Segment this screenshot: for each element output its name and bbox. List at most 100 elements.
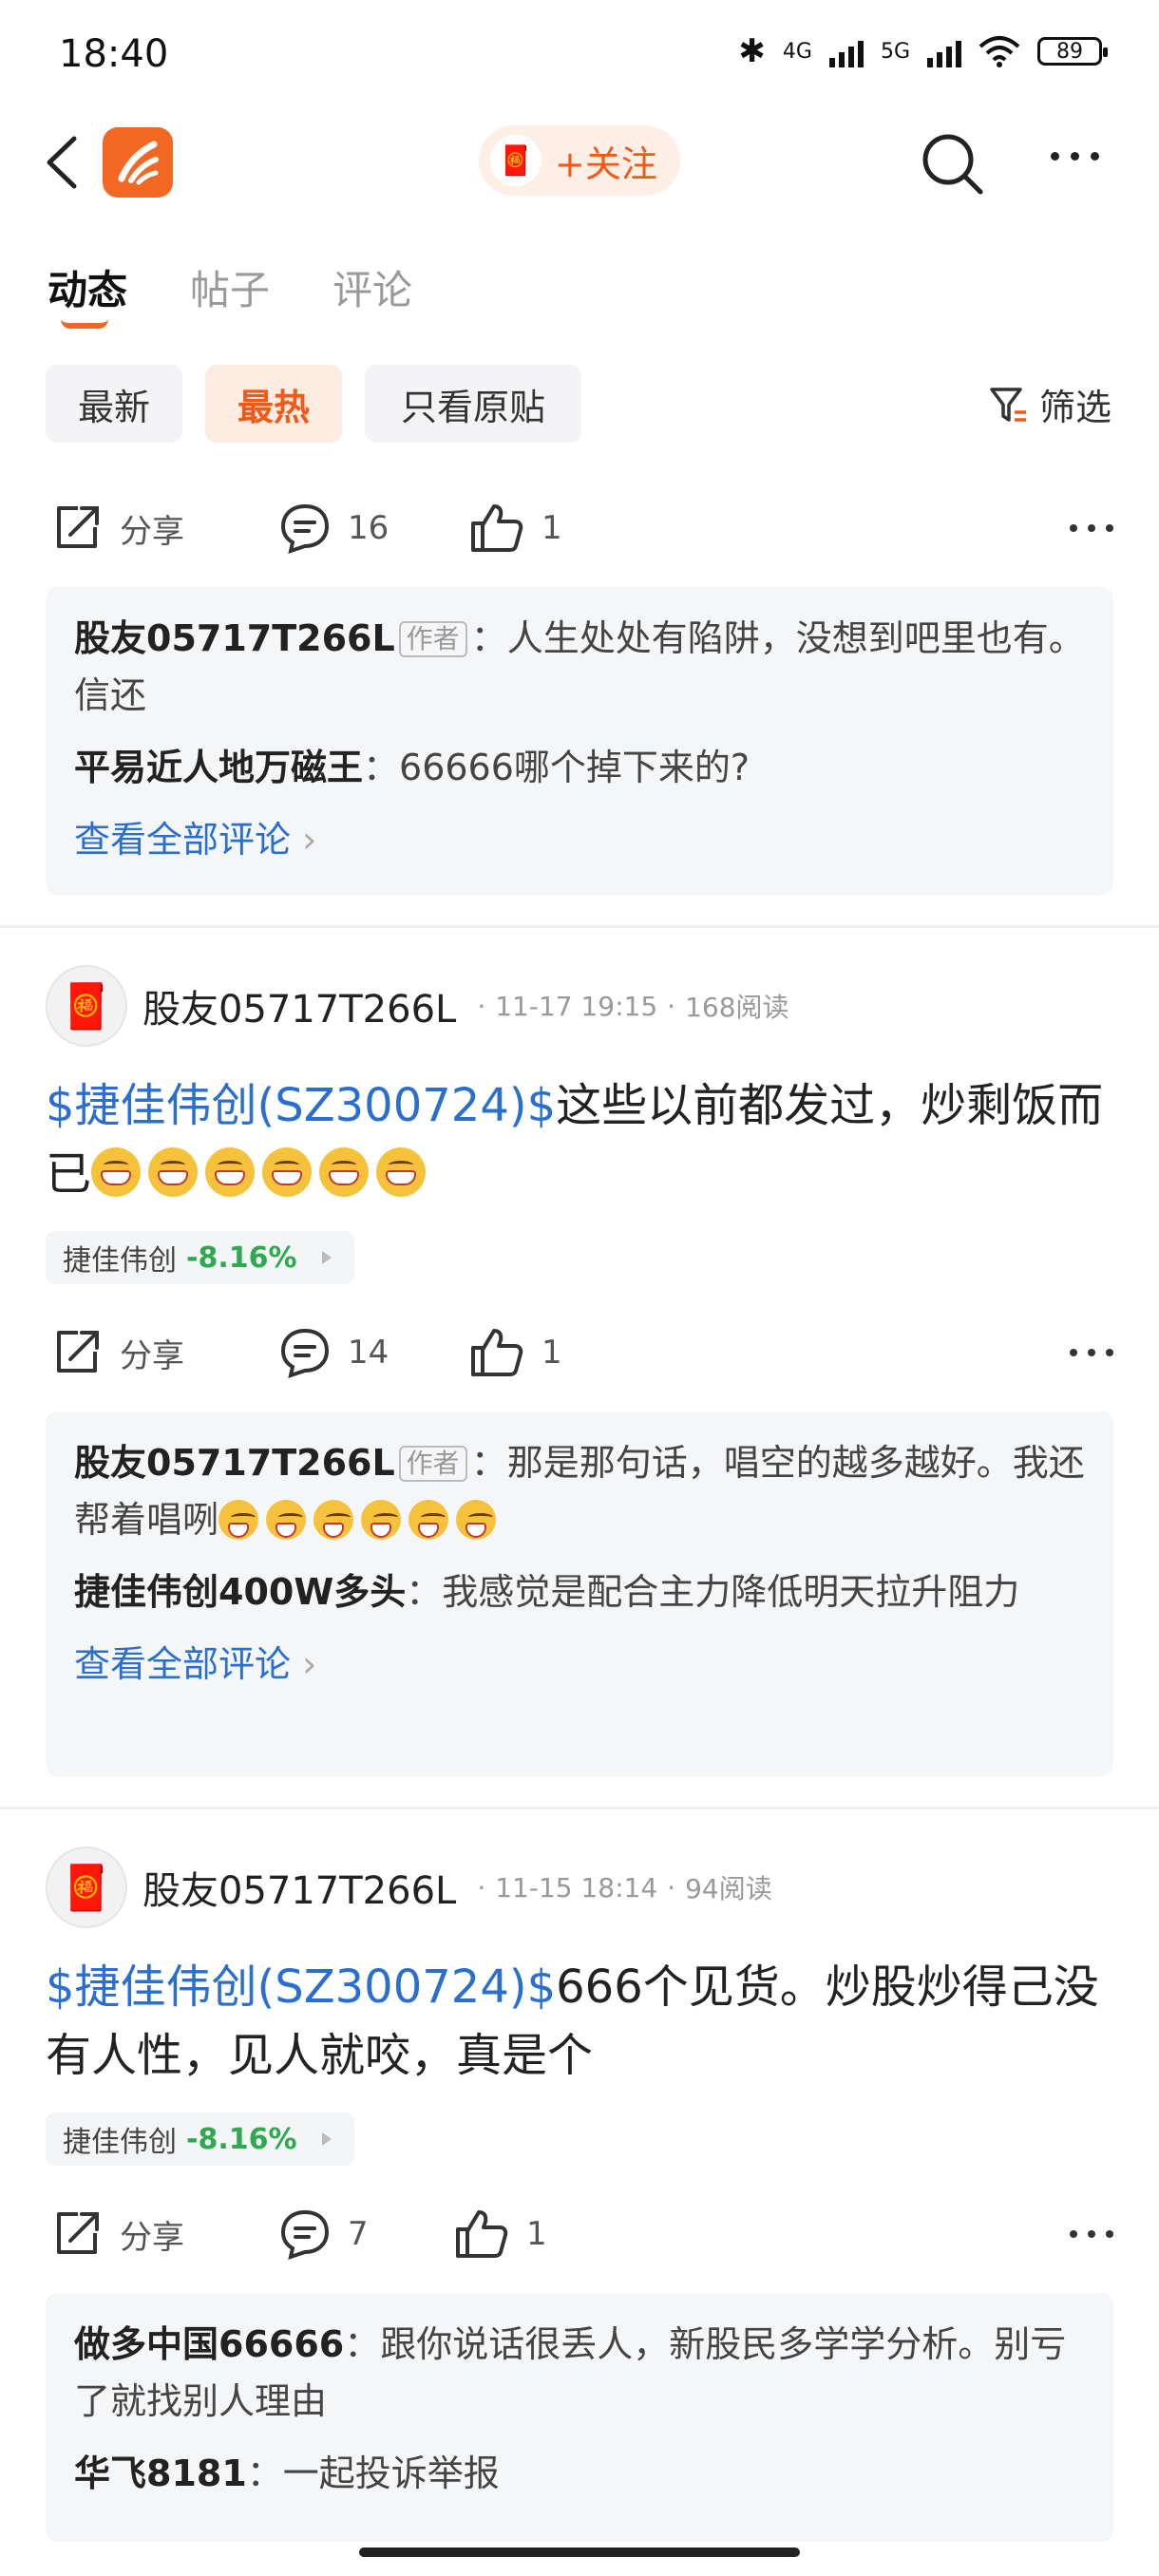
user-avatar-small: 🧧 [490,135,542,186]
share-button[interactable]: 分享 [49,501,184,556]
tab-dynamics[interactable]: 动态 [48,258,127,316]
stock-link[interactable]: $捷佳伟创(SZ300724)$ [46,1079,556,1132]
chevron-right-icon: › [291,1643,317,1685]
comment-count: 16 [348,509,390,547]
filter-newest[interactable]: 最新 [46,365,182,443]
avatar[interactable]: 🧧 [46,1847,127,1928]
comment-count: 7 [348,2215,369,2253]
logo-icon [118,141,159,185]
filter-button[interactable]: 筛选 [988,378,1112,430]
comment-item[interactable]: 做多中国66666：跟你说话很丢人，新股民多学学分析。别亏了就找别人理由 [74,2316,1085,2430]
play-arrow-icon [321,2132,332,2146]
commenter-name[interactable]: 股友05717T266L [74,617,395,659]
signal-icon-2 [927,35,961,67]
commenter-name[interactable]: 平易近人地万磁王 [74,747,363,788]
signal-icon [828,35,864,67]
comment-item[interactable]: 股友05717T266L 作者 ：人生处处有陷阱，没想到吧里也有。信还 [74,610,1085,724]
comment-preview-box: 股友05717T266L 作者 ：那是那句话，唱空的越多越好。我还帮着唱咧 捷佳伟创… [46,1411,1113,1776]
comment-icon [280,1328,330,1379]
share-label: 分享 [120,512,184,551]
post-meta: 股友05717T266L · 11-17 19:15 · 168阅读 [142,978,789,1033]
follow-label: +关注 [555,142,657,185]
like-button[interactable]: 1 [467,1325,562,1380]
share-icon [57,2212,99,2254]
stock-chip-change: -8.16% [186,2122,297,2156]
filter-label: 筛选 [1038,387,1112,428]
filter-original-only[interactable]: 只看原贴 [365,365,581,443]
commenter-name[interactable]: 做多中国66666 [74,2323,344,2365]
post-meta: 股友05717T266L · 11-15 18:14 · 94阅读 [142,1860,772,1915]
stock-chip[interactable]: 捷佳伟创 -8.16% [46,2112,354,2166]
comment-text: ：一起投诉举报 [246,2453,500,2494]
search-icon[interactable] [918,129,986,198]
like-button[interactable]: 1 [467,501,562,556]
status-icons: ✱ 4G 5G 89 [738,32,1108,70]
battery-icon: 89 [1037,37,1108,66]
like-button[interactable]: 1 [452,2207,547,2262]
stock-chip-name: 捷佳伟创 [63,1244,177,1278]
more-menu-icon[interactable] [1051,152,1099,161]
comment-item[interactable]: 平易近人地万磁王：66666哪个掉下来的? [74,739,1085,796]
share-button[interactable]: 分享 [49,2207,184,2262]
share-icon [57,1331,99,1373]
network-4g-label: 4G [782,39,812,64]
comment-icon [280,2209,330,2261]
stock-chip-change: -8.16% [186,1241,297,1275]
tab-indicator [61,319,108,329]
post-body[interactable]: $捷佳伟创(SZ300724)$这些以前都发过，炒剩饭而已 [46,1071,1119,1208]
commenter-name[interactable]: 捷佳伟创400W多头 [74,1571,406,1613]
app-logo[interactable] [103,127,173,198]
grin-emoji-icon [91,1147,433,1201]
share-label: 分享 [120,2218,184,2257]
comment-text: ：我感觉是配合主力降低明天拉升阻力 [406,1571,1020,1613]
filter-hottest[interactable]: 最热 [205,365,342,443]
more-options-icon[interactable] [1070,2230,1113,2238]
tab-comments[interactable]: 评论 [332,258,412,316]
post-username[interactable]: 股友05717T266L [142,978,456,1033]
follow-button[interactable]: 🧧 +关注 [479,125,680,196]
author-tag: 作者 [398,1446,467,1482]
share-button[interactable]: 分享 [49,1325,184,1380]
comment-button[interactable]: 7 [277,2207,369,2262]
more-options-icon[interactable] [1070,1349,1113,1356]
comment-button[interactable]: 16 [277,501,389,556]
home-indicator[interactable] [359,2548,800,2557]
share-icon [57,506,99,548]
stock-chip[interactable]: 捷佳伟创 -8.16% [46,1231,354,1284]
comment-item[interactable]: 华飞8181：一起投诉举报 [74,2445,1085,2502]
commenter-name[interactable]: 华飞8181 [74,2453,247,2494]
avatar[interactable]: 🧧 [46,965,127,1047]
comment-text: ：66666哪个掉下来的? [363,747,750,788]
comment-item[interactable]: 股友05717T266L 作者 ：那是那句话，唱空的越多越好。我还帮着唱咧 [74,1434,1085,1548]
more-options-icon[interactable] [1070,524,1113,532]
post-date: 11-17 19:15 [495,990,658,1022]
tab-posts[interactable]: 帖子 [190,258,270,316]
comment-button[interactable]: 14 [277,1325,389,1380]
post-date: 11-15 18:14 [495,1871,658,1904]
divider [0,1807,1159,1809]
post-username[interactable]: 股友05717T266L [142,1860,456,1915]
back-arrow-icon[interactable] [42,135,86,190]
view-all-comments-link[interactable]: 查看全部评论 [74,819,291,861]
network-5g-label: 5G [880,39,910,64]
commenter-name[interactable]: 股友05717T266L [74,1442,395,1484]
comment-count: 14 [348,1334,390,1372]
post-reads: 94阅读 [685,1873,772,1904]
view-all-comments-link[interactable]: 查看全部评论 [74,1643,291,1685]
play-arrow-icon [321,1251,332,1264]
stock-link[interactable]: $捷佳伟创(SZ300724)$ [46,1960,556,2014]
thumbs-up-icon [471,504,523,552]
comment-preview-box: 做多中国66666：跟你说话很丢人，新股民多学学分析。别亏了就找别人理由 华飞8… [46,2293,1113,2542]
comment-preview-box: 股友05717T266L 作者 ：人生处处有陷阱，没想到吧里也有。信还 平易近人地万… [46,587,1113,895]
filter-icon [990,387,1026,422]
bluetooth-icon: ✱ [738,32,766,70]
thumbs-up-icon [456,2210,508,2258]
post-body[interactable]: $捷佳伟创(SZ300724)$666个见货。炒股炒得己没有人性，见人就咬，真是… [46,1953,1119,2090]
comment-icon [280,503,330,555]
post-reads: 168阅读 [685,992,789,1023]
divider [0,925,1159,928]
share-label: 分享 [120,1336,184,1375]
author-tag: 作者 [398,621,467,657]
comment-item[interactable]: 捷佳伟创400W多头：我感觉是配合主力降低明天拉升阻力 [74,1563,1085,1620]
battery-level: 89 [1056,39,1083,64]
